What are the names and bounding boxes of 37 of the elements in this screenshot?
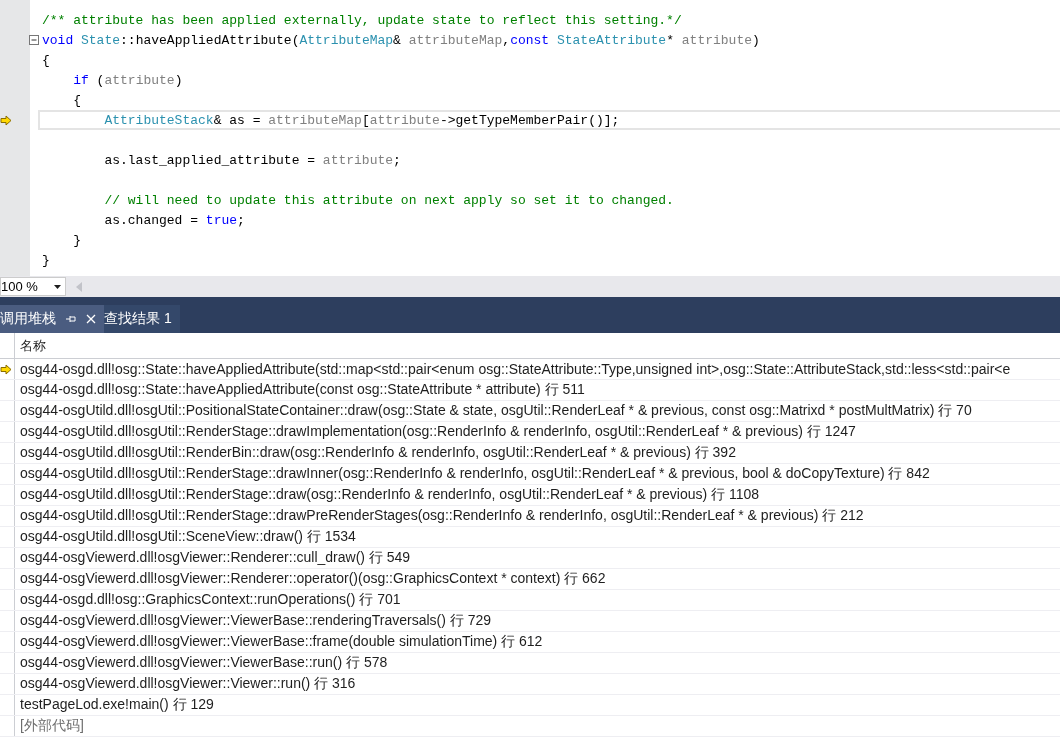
panel-tab[interactable]: 查找结果 1: [104, 305, 180, 333]
pin-icon[interactable]: [66, 314, 76, 324]
stack-frame[interactable]: osg44-osgUtild.dll!osgUtil::RenderStage::drawInner(osg::RenderInfo & renderInfo, osgUtil::RenderLeaf * & previous, bool & doCopyTexture) 行 842: [15, 464, 930, 484]
code-line: {: [72, 92, 81, 108]
stack-frame[interactable]: osg44-osgUtild.dll!osgUtil::RenderBin::draw(osg::RenderInfo & renderInfo, osgUtil::RenderLeaf * & previous) 行 392: [15, 443, 736, 463]
stack-frame[interactable]: osg44-osgUtild.dll!osgUtil::RenderStage::draw(osg::RenderInfo & renderInfo, osgUtil::RenderLeaf * & previous) 行 1108: [15, 485, 760, 505]
code-line: AttributeStack& as = attributeMap[attribute->getTypeMemberPair()];: [103, 112, 620, 128]
collapse-icon[interactable]: [29, 35, 39, 45]
code-line: /** attribute has been applied externally, update state to reflect this setting.*/: [42, 12, 682, 28]
code-line: if (attribute): [72, 72, 183, 88]
code-line: {: [42, 52, 50, 68]
stack-frame[interactable]: osg44-osgViewerd.dll!osgViewer::ViewerBase::frame(double simulationTime) 行 612: [15, 632, 543, 652]
stack-frame[interactable]: osg44-osgd.dll!osg::GraphicsContext::runOperations() 行 701: [15, 590, 401, 610]
stack-frame[interactable]: osg44-osgUtild.dll!osgUtil::SceneView::draw() 行 1534: [15, 527, 356, 547]
stack-frame[interactable]: testPageLod.exe!main() 行 129: [15, 695, 214, 715]
code-line: void State::haveAppliedAttribute(AttributeMap& attributeMap,const StateAttribute* attribute): [42, 32, 760, 48]
stack-frame[interactable]: osg44-osgViewerd.dll!osgViewer::Viewer::run() 行 316: [15, 674, 356, 694]
code-line: as.changed = true;: [103, 212, 245, 228]
panel-tab[interactable]: 调用堆栈: [0, 305, 104, 333]
stack-frame[interactable]: osg44-osgd.dll!osg::State::haveAppliedAttribute(std::map<std::pair<enum osg::StateAttribute::Type,unsigned int>,osg::State::AttributeStack,std::less<std::pair<e: [15, 359, 1011, 379]
code-line: }: [42, 252, 50, 268]
stack-frame[interactable]: [外部代码]: [15, 716, 84, 736]
close-icon[interactable]: [86, 314, 96, 324]
stack-frame[interactable]: osg44-osgUtild.dll!osgUtil::RenderStage::drawImplementation(osg::RenderInfo & renderInfo, osgUtil::RenderLeaf * & previous) 行 1247: [15, 422, 856, 442]
stack-frame[interactable]: osg44-osgViewerd.dll!osgViewer::Renderer::operator()(osg::GraphicsContext * context) 行 662: [15, 569, 606, 589]
stack-frame[interactable]: osg44-osgViewerd.dll!osgViewer::ViewerBase::renderingTraversals() 行 729: [15, 611, 492, 631]
stack-frame[interactable]: osg44-osgUtild.dll!osgUtil::PositionalStateContainer::draw(osg::State & state, osgUtil::RenderLeaf * & previous, const osg::Matrixd * postMultMatrix) 行 70: [15, 401, 972, 421]
code-line: as.last_applied_attribute = attribute;: [103, 152, 401, 168]
stack-frame[interactable]: osg44-osgViewerd.dll!osgViewer::Renderer::cull_draw() 行 549: [15, 548, 411, 568]
caret-icon: [54, 284, 61, 289]
zoom-dropdown[interactable]: 100 %: [0, 277, 66, 296]
stack-frame[interactable]: osg44-osgUtild.dll!osgUtil::RenderStage::drawPreRenderStages(osg::RenderInfo & renderInfo, osgUtil::RenderLeaf * & previous) 行 212: [15, 506, 864, 526]
code-line: }: [72, 232, 81, 248]
column-header[interactable]: 名称: [15, 333, 46, 358]
stack-frame[interactable]: osg44-osgViewerd.dll!osgViewer::ViewerBase::run() 行 578: [15, 653, 388, 673]
code-line: // will need to update this attribute on next apply so set it to changed.: [103, 192, 674, 208]
stack-frame[interactable]: osg44-osgd.dll!osg::State::haveAppliedAttribute(const osg::StateAttribute * attribute) 行 511: [15, 380, 585, 400]
